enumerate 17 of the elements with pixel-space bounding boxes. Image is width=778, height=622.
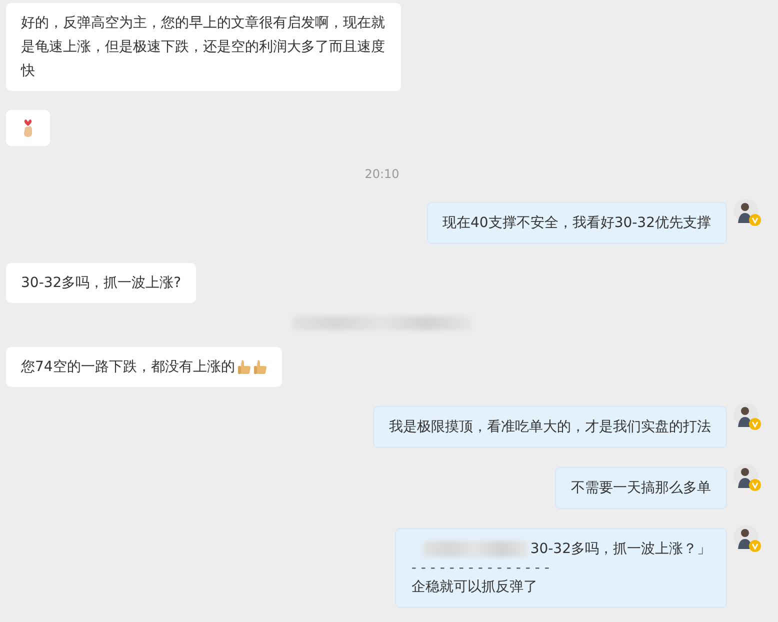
thumbs-up-icon (252, 359, 267, 375)
message-text: 您74空的一路下跌，都没有上涨的 (21, 358, 235, 377)
message-text: 企稳就可以抓反弹了 (411, 578, 538, 597)
thumbs-up-icon (236, 359, 251, 375)
verified-badge-icon (749, 418, 761, 430)
quoted-text: 30-32多吗，抓一波上涨？」 (530, 540, 711, 559)
verified-badge-icon (749, 540, 761, 552)
verified-badge-icon (749, 479, 761, 491)
timestamp: 20:10 (364, 166, 400, 183)
verified-badge-icon (749, 214, 761, 226)
message-text: 不需要一天搞那么多单 (571, 479, 711, 498)
message-text: 我是极限摸顶，看准吃单大的，才是我们实盘的打法 (389, 418, 711, 437)
finger-heart-icon (21, 118, 35, 138)
quote-divider: - - - - - - - - - - - - - - - (411, 561, 550, 575)
message-text: 现在40支撑不安全，我看好30-32优先支撑 (442, 214, 711, 233)
message-text: 30-32多吗，抓一波上涨? (21, 274, 182, 293)
message-text: 好的，反弹高空为主，您的早上的文章很有启发啊，现在就是龟速上涨，但是极速下跌，还是空的利润大多了而且速度快 (21, 14, 386, 81)
